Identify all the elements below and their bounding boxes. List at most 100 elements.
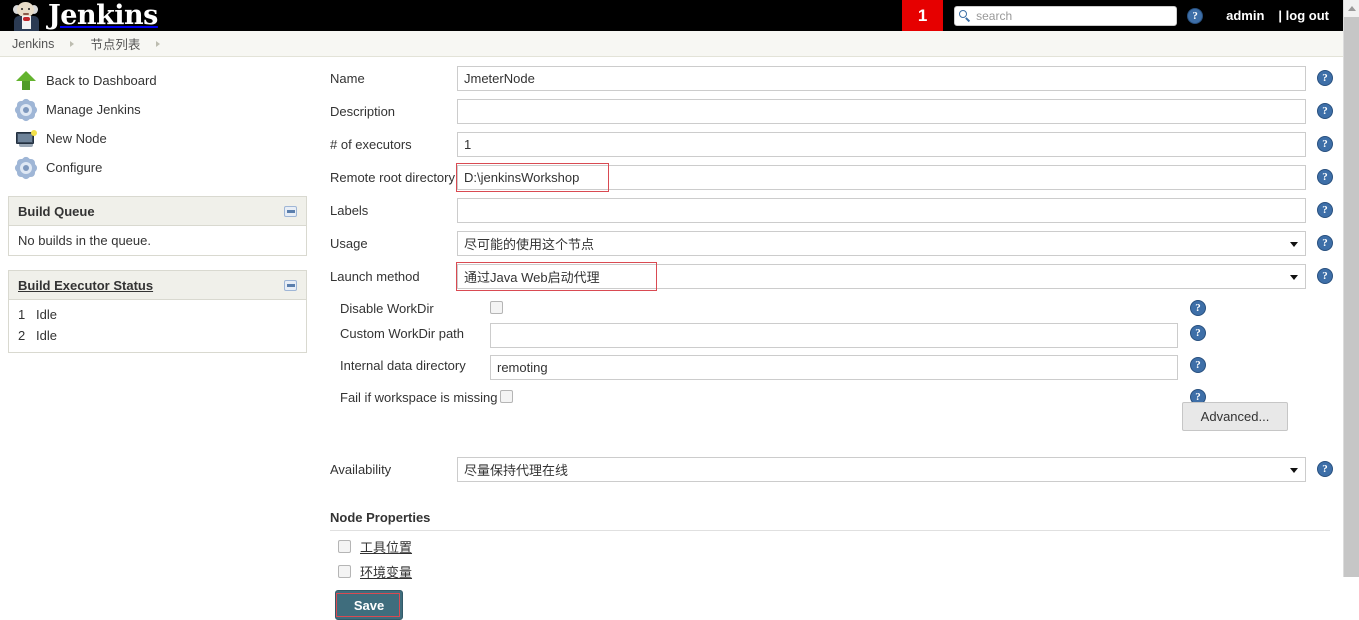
field-row-labels: Labels ? [330, 198, 1333, 223]
build-queue-title: Build Queue [18, 203, 95, 219]
field-row-availability: Availability 尽量保持代理在线 ? [330, 457, 1333, 482]
usage-select[interactable]: 尽可能的使用这个节点 [457, 231, 1306, 256]
help-icon[interactable]: ? [1317, 169, 1333, 185]
sidebar-item-label: Manage Jenkins [46, 102, 141, 117]
remote-root-directory-input[interactable] [457, 165, 1306, 190]
chevron-down-icon [1290, 275, 1298, 280]
executor-row: 2 Idle [9, 325, 306, 346]
scrollbar-thumb[interactable] [1344, 17, 1359, 577]
help-icon[interactable]: ? [1187, 7, 1204, 24]
help-icon[interactable]: ? [1317, 103, 1333, 119]
launch-method-select[interactable]: 通过Java Web启动代理 [457, 264, 1306, 289]
gear-icon [13, 154, 39, 181]
fail-if-workspace-missing-checkbox[interactable] [500, 390, 513, 403]
user-menu-link[interactable]: admin [1226, 8, 1264, 23]
tool-location-checkbox[interactable] [338, 540, 351, 553]
remote-root-directory-label: Remote root directory [330, 170, 455, 185]
help-icon[interactable]: ? [1190, 300, 1206, 316]
section-divider [330, 530, 1330, 531]
description-input[interactable] [457, 99, 1306, 124]
breadcrumb-separator-icon [70, 40, 75, 47]
breadcrumb-item-node-list[interactable]: 节点列表 [90, 34, 140, 53]
jenkins-logo-link[interactable]: Jenkins [0, 0, 158, 31]
sidebar-item-new-node[interactable]: New Node [8, 124, 308, 153]
chevron-down-icon [1290, 242, 1298, 247]
availability-select[interactable]: 尽量保持代理在线 [457, 457, 1306, 482]
tool-location-label[interactable]: 工具位置 [360, 537, 412, 556]
field-row-fail-if-workspace-missing: Fail if workspace is missing ? [330, 387, 1330, 405]
build-queue-empty-text: No builds in the queue. [18, 233, 151, 248]
name-label: Name [330, 71, 365, 86]
build-executor-status-panel: Build Executor Status 1 Idle 2 Idle [8, 270, 307, 353]
field-row-internal-data-directory: Internal data directory ? [330, 355, 1330, 380]
build-queue-panel: Build Queue No builds in the queue. [8, 196, 307, 256]
search-input[interactable] [974, 7, 1173, 24]
logout-link[interactable]: | log out [1278, 8, 1329, 23]
page-scrollbar[interactable] [1343, 0, 1359, 577]
environment-variables-checkbox[interactable] [338, 565, 351, 578]
breadcrumb: Jenkins 节点列表 [0, 31, 1343, 57]
search-box[interactable] [954, 5, 1178, 26]
build-executor-title[interactable]: Build Executor Status [18, 278, 153, 293]
help-icon[interactable]: ? [1190, 325, 1206, 341]
scroll-up-arrow-icon[interactable] [1344, 0, 1359, 17]
save-button[interactable]: Save [335, 590, 403, 620]
node-property-row-tool-location: 工具位置 [330, 537, 1330, 556]
disable-workdir-label: Disable WorkDir [340, 301, 434, 316]
availability-label: Availability [330, 462, 392, 477]
field-row-name: Name ? [330, 66, 1333, 91]
sidebar-item-label: Back to Dashboard [46, 73, 157, 88]
field-row-launch-method: Launch method 通过Java Web启动代理 ? [330, 262, 1333, 291]
field-row-executors: # of executors ? [330, 132, 1333, 157]
sidebar: Back to Dashboard Manage Jenkins New Nod… [8, 66, 308, 353]
computer-icon [14, 127, 38, 151]
help-icon[interactable]: ? [1317, 202, 1333, 218]
availability-selected-value: 尽量保持代理在线 [464, 463, 569, 478]
fail-if-workspace-missing-label: Fail if workspace is missing [340, 390, 498, 405]
executors-input[interactable] [457, 132, 1306, 157]
minus-icon[interactable] [284, 205, 297, 217]
executors-label: # of executors [330, 137, 412, 152]
node-property-row-environment-variables: 环境变量 [330, 562, 1330, 581]
labels-input[interactable] [457, 198, 1306, 223]
executor-list: 1 Idle 2 Idle [9, 300, 306, 352]
chevron-down-icon [1290, 468, 1298, 473]
launch-method-label: Launch method [330, 269, 420, 284]
breadcrumb-item-jenkins[interactable]: Jenkins [12, 37, 54, 51]
help-icon[interactable]: ? [1317, 461, 1333, 477]
usage-label: Usage [330, 236, 368, 251]
help-icon[interactable]: ? [1190, 357, 1206, 373]
sidebar-item-manage-jenkins[interactable]: Manage Jenkins [8, 95, 308, 124]
help-icon[interactable]: ? [1317, 136, 1333, 152]
node-configuration-form: Name ? Description ? # of executors ? Re… [330, 66, 1333, 620]
help-icon[interactable]: ? [1317, 70, 1333, 86]
sidebar-item-back-to-dashboard[interactable]: Back to Dashboard [8, 66, 308, 95]
field-row-remote-root-directory: Remote root directory ? [330, 163, 1333, 192]
top-navigation-bar: Jenkins 1 ? admin | log out [0, 0, 1343, 31]
environment-variables-label[interactable]: 环境变量 [360, 562, 412, 581]
node-properties-title: Node Properties [330, 510, 431, 525]
help-icon[interactable]: ? [1317, 235, 1333, 251]
sidebar-item-configure[interactable]: Configure [8, 153, 308, 182]
field-row-disable-workdir: Disable WorkDir ? [330, 298, 1330, 316]
name-input[interactable] [457, 66, 1306, 91]
executor-number: 2 [18, 328, 26, 343]
internal-data-directory-label: Internal data directory [340, 358, 466, 373]
field-row-usage: Usage 尽可能的使用这个节点 ? [330, 231, 1333, 256]
internal-data-directory-input[interactable] [490, 355, 1178, 380]
field-row-custom-workdir-path: Custom WorkDir path ? [330, 323, 1330, 348]
advanced-button[interactable]: Advanced... [1182, 402, 1288, 431]
workdir-options-group: Disable WorkDir ? Custom WorkDir path ? … [330, 298, 1330, 405]
help-icon[interactable]: ? [1317, 268, 1333, 284]
executor-state: Idle [36, 307, 57, 322]
build-queue-header: Build Queue [9, 197, 306, 226]
launch-method-selected-value: 通过Java Web启动代理 [464, 270, 600, 285]
disable-workdir-checkbox[interactable] [490, 301, 503, 314]
usage-selected-value: 尽可能的使用这个节点 [464, 237, 595, 252]
minus-icon[interactable] [284, 279, 297, 291]
custom-workdir-path-input[interactable] [490, 323, 1178, 348]
executor-state: Idle [36, 328, 57, 343]
field-row-description: Description ? [330, 99, 1333, 124]
notification-badge[interactable]: 1 [902, 0, 944, 31]
build-executor-header: Build Executor Status [9, 271, 306, 300]
